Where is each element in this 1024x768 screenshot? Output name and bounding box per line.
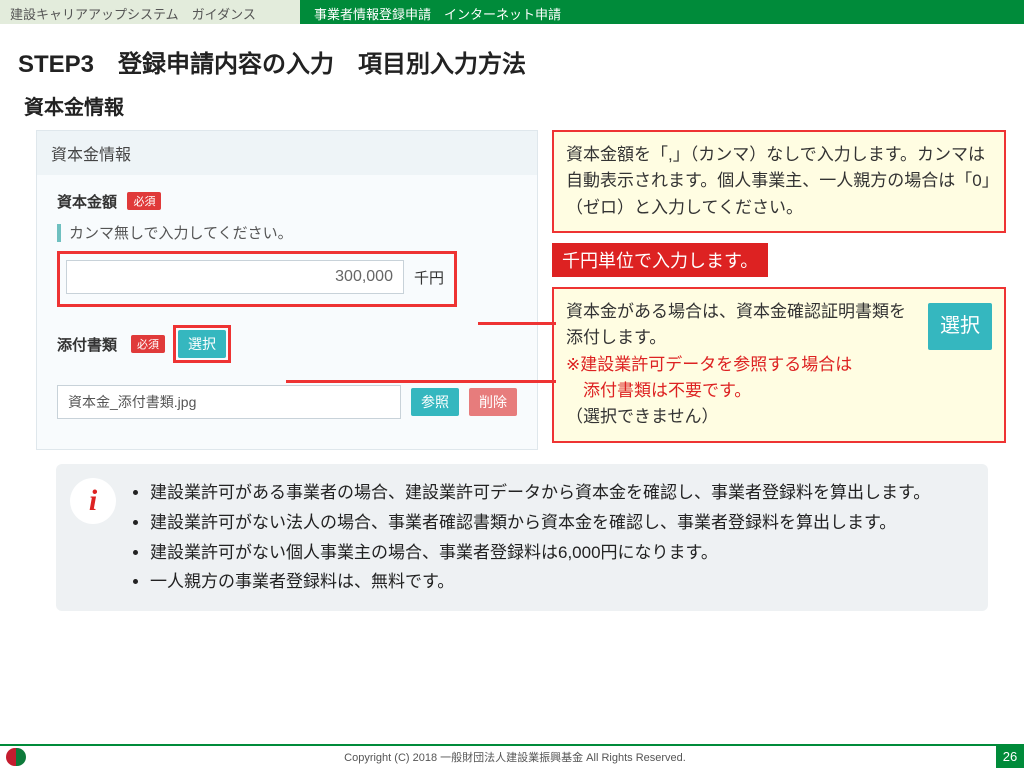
capital-panel: 資本金情報 資本金額 必須 カンマ無しで入力してください。 千円 添付書類 必須: [36, 130, 538, 450]
connector-line: [286, 380, 556, 383]
page-title: STEP3 登録申請内容の入力 項目別入力方法: [18, 44, 1006, 79]
hint-bar-icon: [57, 224, 61, 242]
panel-title: 資本金情報: [37, 131, 537, 175]
select-highlight-frame: 選択: [173, 325, 231, 363]
browse-button[interactable]: 参照: [411, 388, 459, 416]
form-area: 資本金情報 資本金額 必須 カンマ無しで入力してください。 千円 添付書類 必須: [18, 130, 538, 450]
note-attach: 選択 資本金がある場合は、資本金確認証明書類を添付します。 ※建設業許可データを…: [552, 287, 1006, 443]
list-item: 建設業許可がある事業者の場合、建設業許可データから資本金を確認し、事業者登録料を…: [150, 478, 930, 508]
logo-icon: [6, 748, 34, 766]
footer: Copyright (C) 2018 一般財団法人建設業振興基金 All Rig…: [0, 744, 1024, 768]
subsection-title: 資本金情報: [24, 91, 1006, 120]
note-caution: 添付書類は不要です。: [566, 381, 751, 400]
delete-button[interactable]: 削除: [469, 388, 517, 416]
capital-amount-input[interactable]: [66, 260, 404, 294]
note-text: 資本金がある場合は、資本金確認証明書類を添付します。: [566, 302, 906, 347]
info-icon: i: [70, 478, 116, 524]
list-item: 建設業許可がない個人事業主の場合、事業者登録料は6,000円になります。: [150, 538, 930, 568]
select-button[interactable]: 選択: [178, 330, 226, 358]
copyright-text: Copyright (C) 2018 一般財団法人建設業振興基金 All Rig…: [34, 749, 996, 765]
required-badge: 必須: [127, 192, 161, 210]
select-button-example: 選択: [928, 303, 992, 350]
attached-file-name[interactable]: 資本金_添付書類.jpg: [57, 385, 401, 419]
amount-highlight-frame: 千円: [57, 251, 457, 307]
note-unit: 千円単位で入力します。: [552, 243, 768, 277]
note-text: （選択できません）: [566, 407, 719, 426]
page-number: 26: [996, 746, 1024, 768]
amount-label: 資本金額: [57, 194, 117, 211]
info-list: 建設業許可がある事業者の場合、建設業許可データから資本金を確認し、事業者登録料を…: [130, 478, 930, 597]
info-box: i 建設業許可がある事業者の場合、建設業許可データから資本金を確認し、事業者登録…: [56, 464, 988, 611]
connector-line: [478, 322, 556, 325]
note-caution: ※建設業許可データを参照する場合は: [566, 355, 852, 374]
input-hint: カンマ無しで入力してください。: [57, 222, 517, 243]
attachment-label: 添付書類: [57, 334, 117, 355]
guide-label: 建設キャリアアップシステム ガイダンス: [0, 0, 300, 24]
section-label: 事業者情報登録申請 インターネット申請: [300, 0, 1024, 24]
note-comma: 資本金額を「,」（カンマ）なしで入力します。カンマは自動表示されます。個人事業主…: [552, 130, 1006, 233]
unit-label: 千円: [414, 267, 444, 288]
list-item: 一人親方の事業者登録料は、無料です。: [150, 567, 930, 597]
top-bar: 建設キャリアアップシステム ガイダンス 事業者情報登録申請 インターネット申請: [0, 0, 1024, 24]
required-badge: 必須: [131, 335, 165, 353]
hint-text: カンマ無しで入力してください。: [69, 222, 293, 243]
list-item: 建設業許可がない法人の場合、事業者確認書類から資本金を確認し、事業者登録料を算出…: [150, 508, 930, 538]
